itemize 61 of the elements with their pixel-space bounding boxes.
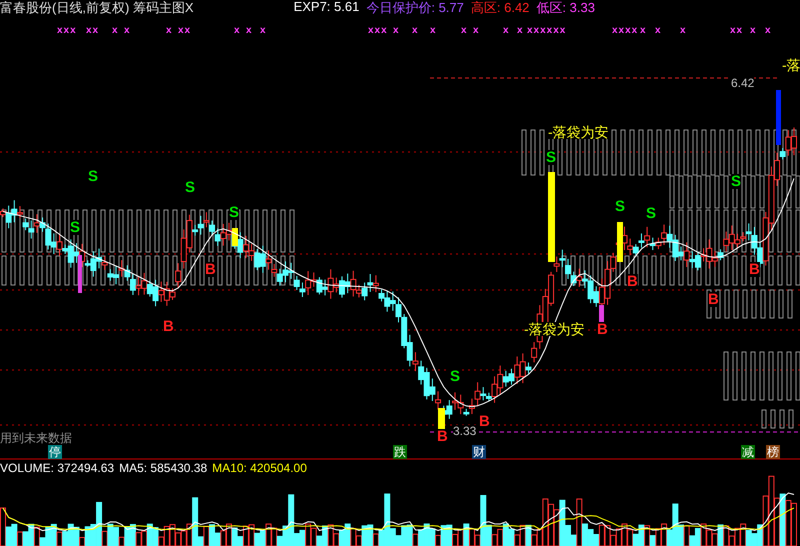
- signal-letter: S: [88, 169, 98, 184]
- volume-value: MA10: 420504.00: [212, 461, 307, 475]
- event-badge: 榜: [766, 445, 780, 459]
- signal-mark: x: [124, 26, 131, 36]
- signal-mark: xx: [730, 26, 744, 36]
- indicator-value: 今日保护价: 5.77: [366, 0, 464, 17]
- signal-letter: B: [479, 414, 490, 429]
- annotation-label: -落: [782, 58, 800, 72]
- event-badge: 跌: [393, 445, 407, 459]
- signal-letter: S: [646, 206, 656, 221]
- signal-mark: x: [461, 26, 468, 36]
- signal-mark: x: [765, 26, 772, 36]
- signal-mark: xxx: [368, 26, 388, 36]
- signal-letter: S: [70, 220, 80, 235]
- indicator-value: 低区: 3.33: [536, 0, 595, 17]
- signal-mark: xx: [86, 26, 100, 36]
- event-badge: 财: [472, 445, 486, 459]
- signal-letter: B: [597, 322, 608, 337]
- signal-letter: S: [185, 180, 196, 195]
- signal-letter: B: [437, 429, 448, 444]
- signal-mark: x: [166, 26, 173, 36]
- signal-letter: B: [163, 319, 174, 334]
- signal-mark: x: [412, 26, 419, 36]
- signal-letter: S: [229, 205, 240, 220]
- signal-letter: S: [450, 369, 460, 384]
- signal-mark: x: [234, 26, 241, 36]
- signal-mark: x: [246, 26, 253, 36]
- indicator-value: 高区: 6.42: [470, 0, 530, 17]
- annotation-label: -落袋为安: [524, 322, 585, 336]
- price-label: 6.42: [731, 77, 754, 89]
- annotation-label: -落袋为安: [548, 125, 609, 139]
- signal-letter: S: [615, 199, 626, 214]
- volume-value: MA5: 585430.38: [119, 461, 208, 475]
- signal-mark: x: [655, 26, 662, 36]
- signal-letter: B: [749, 262, 760, 277]
- signal-mark: x: [680, 26, 687, 36]
- signal-mark: x: [640, 26, 647, 36]
- price-label: 3.33: [453, 425, 476, 437]
- volume-value: VOLUME: 372494.63: [0, 461, 114, 475]
- signal-letter: B: [627, 274, 638, 289]
- event-badge: 停: [48, 445, 62, 459]
- signal-letter: B: [205, 262, 216, 277]
- warning-note: 用到未来数据: [0, 432, 72, 444]
- signal-mark: x: [430, 26, 437, 36]
- signal-letter: S: [731, 174, 742, 189]
- indicator-value: EXP7: 5.61: [294, 0, 360, 16]
- signal-mark: x: [473, 26, 480, 36]
- chart-title: 富春股份(日线,前复权) 筹码主图X: [0, 0, 194, 17]
- signal-mark: x: [260, 26, 267, 36]
- signal-mark: xxx: [57, 26, 77, 36]
- signal-mark: x: [503, 26, 510, 36]
- signal-letter: B: [708, 292, 719, 307]
- signal-mark: x: [750, 26, 757, 36]
- signal-mark: xx: [178, 26, 192, 36]
- event-badge: 减: [741, 445, 755, 459]
- signal-mark: x: [517, 26, 524, 36]
- signal-mark: xxxx: [612, 26, 638, 36]
- signal-letter: S: [546, 150, 556, 165]
- signal-mark: x: [112, 26, 119, 36]
- signal-mark: xxxxxx: [527, 26, 566, 36]
- signal-mark: x: [393, 26, 400, 36]
